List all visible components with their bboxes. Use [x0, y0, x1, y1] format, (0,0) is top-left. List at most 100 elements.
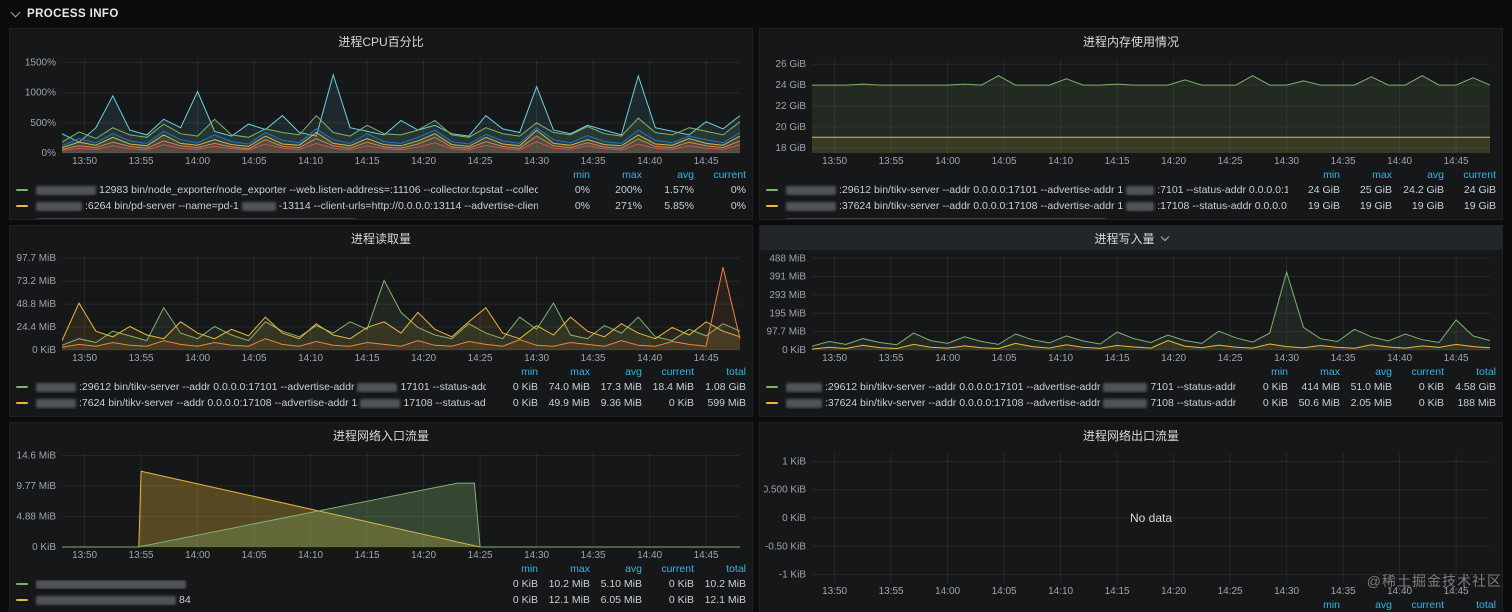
panel-header[interactable]: 进程读取量 — [10, 226, 752, 250]
legend-series-label[interactable]: :29612 bin/tikv-server --addr 0.0.0.0:17… — [16, 381, 486, 393]
legend-series-label[interactable]: :37624 bin/tikv-server --addr 0.0.0.0:17… — [766, 397, 1236, 409]
legend-stat-value: 0 KiB — [668, 578, 694, 590]
legend-stat-header[interactable]: max — [538, 563, 590, 575]
panel-title: 进程内存使用情况 — [1082, 34, 1179, 49]
legend-stat-header[interactable]: total — [694, 366, 746, 378]
network-in-legend: min max avg current total 0 KiB 10.2 MiB 5.10 M… — [10, 561, 752, 612]
legend-series-label[interactable]: 84 — [16, 594, 486, 606]
legend-stat-header[interactable]: avg — [1340, 366, 1392, 378]
svg-text:13:55: 13:55 — [129, 550, 154, 561]
legend-stat-value: 24.2 GiB — [1403, 184, 1444, 196]
cpu-percent-chart[interactable]: 0% 500% 1000% 1500% 13:50 13:55 14:00 14:05 14:1… — [14, 53, 748, 167]
legend-text: :6264 bin/pd-server --name=pd-1 — [85, 200, 239, 212]
legend-series-label[interactable]: :6264 bin/pd-server --name=pd-1 -13114 --… — [16, 200, 538, 212]
svg-text:14:15: 14:15 — [1105, 156, 1130, 167]
legend-stat-value: 0 KiB — [1418, 381, 1444, 393]
redacted-text — [241, 201, 276, 211]
panel-title: 进程CPU百分比 — [338, 34, 424, 49]
legend-stat-value: 19 GiB — [1307, 200, 1340, 212]
svg-text:14:15: 14:15 — [355, 353, 380, 364]
legend-stat-header[interactable]: avg — [590, 366, 642, 378]
panel-header[interactable]: 进程网络入口流量 — [10, 423, 752, 447]
legend-stat-value: 0 KiB — [668, 594, 694, 606]
legend-stat-header[interactable]: total — [1444, 599, 1496, 611]
legend-stat-value: 74.0 MiB — [548, 381, 590, 393]
svg-text:14:10: 14:10 — [1048, 156, 1073, 167]
section-header-process-info[interactable]: PROCESS INFO — [0, 0, 1512, 28]
legend-stat-header[interactable]: avg — [642, 169, 694, 181]
legend-series-label[interactable]: :29612 bin/tikv-server --addr 0.0.0.0:17… — [766, 184, 1288, 196]
legend-row: 84 0 KiB 12.1 MiB 6.05 MiB 0 KiB 12.1 MiB — [16, 592, 746, 608]
legend-series-label[interactable] — [766, 217, 1496, 219]
svg-text:14:15: 14:15 — [355, 156, 380, 167]
legend-stat-header[interactable]: current — [1392, 366, 1444, 378]
legend-stat-header[interactable]: max — [538, 366, 590, 378]
legend-text: -13114 --client-urls=http://0.0.0.0:1311… — [278, 200, 538, 212]
svg-text:14:05: 14:05 — [242, 156, 267, 167]
svg-text:0 KiB: 0 KiB — [782, 345, 806, 356]
legend-series-label[interactable]: 12983 bin/node_exporter/node_exporter --… — [16, 184, 538, 196]
legend-stat-header[interactable]: current — [1392, 599, 1444, 611]
legend-stat-header[interactable]: current — [642, 366, 694, 378]
legend-stat-header[interactable]: min — [486, 563, 538, 575]
legend-stat-header[interactable]: min — [1288, 169, 1340, 181]
legend-row: :6264 bin/pd-server --name=pd-1 -13114 --… — [16, 198, 746, 214]
series-dash-icon — [16, 583, 28, 585]
svg-text:14:25: 14:25 — [468, 353, 493, 364]
legend-stat-header[interactable]: avg — [1392, 169, 1444, 181]
legend-stat-header[interactable]: avg — [590, 563, 642, 575]
legend-series-label[interactable]: :37624 bin/tikv-server --addr 0.0.0.0:17… — [766, 200, 1288, 212]
network-out-chart[interactable]: -1 KiB -0.50 KiB 0 KiB 0.500 KiB 1 KiB 13:50 1… — [763, 447, 1498, 597]
legend-series-label[interactable] — [16, 217, 746, 219]
legend-stat-header[interactable]: current — [642, 563, 694, 575]
legend-stat-value: 188 MiB — [1457, 397, 1496, 409]
panel-header[interactable]: 进程CPU百分比 — [10, 29, 752, 53]
svg-text:14:45: 14:45 — [694, 156, 719, 167]
panel-header[interactable]: 进程网络出口流量 — [760, 423, 1502, 447]
write-volume-chart[interactable]: 0 KiB 97.7 MiB 195 MiB 293 MiB 391 MiB 488 Mi… — [764, 250, 1498, 364]
legend-series-label[interactable]: :7624 bin/tikv-server --addr 0.0.0.0:171… — [16, 397, 486, 409]
legend-stat-header[interactable]: total — [694, 563, 746, 575]
memory-usage-chart[interactable]: 18 GiB 20 GiB 22 GiB 24 GiB 26 GiB 13:50 13:55… — [764, 53, 1498, 167]
svg-text:14:45: 14:45 — [694, 550, 719, 561]
legend-stat-header[interactable]: min — [538, 169, 590, 181]
grafana-dashboard: PROCESS INFO 进程CPU百分比 0% 500% 1000% 1500% 13… — [0, 0, 1512, 612]
legend-stat-value: 0% — [730, 200, 746, 212]
legend-series-label[interactable]: :29612 bin/tikv-server --addr 0.0.0.0:17… — [766, 381, 1236, 393]
legend-stat-header[interactable]: min — [486, 366, 538, 378]
panel-header[interactable]: 进程写入量 — [760, 226, 1502, 250]
legend-stat-header[interactable]: max — [1288, 366, 1340, 378]
redacted-text — [36, 382, 76, 392]
panel-write-volume: 进程写入量 0 KiB 97.7 MiB 195 MiB 293 MiB 391 MiB… — [759, 225, 1503, 417]
network-out-legend: min avg current total — [760, 597, 1502, 612]
legend-stat-value: 19 GiB — [1359, 200, 1392, 212]
legend-stat-value: 0 KiB — [512, 381, 538, 393]
svg-text:13:50: 13:50 — [822, 156, 847, 167]
legend-stat-value: 0 KiB — [512, 397, 538, 409]
redacted-text — [36, 579, 186, 589]
redacted-text — [36, 398, 76, 408]
svg-text:73.2 MiB: 73.2 MiB — [17, 276, 57, 287]
legend-stat-header[interactable]: min — [1236, 366, 1288, 378]
legend-stat-header[interactable]: max — [590, 169, 642, 181]
panel-header[interactable]: 进程内存使用情况 — [760, 29, 1502, 53]
svg-text:293 MiB: 293 MiB — [769, 290, 806, 301]
legend-row: :29612 bin/tikv-server --addr 0.0.0.0:17… — [766, 379, 1496, 395]
legend-stat-header[interactable]: current — [694, 169, 746, 181]
svg-text:18 GiB: 18 GiB — [775, 143, 806, 154]
legend-row — [766, 214, 1496, 219]
legend-header-row: min max avg current total — [16, 364, 746, 379]
network-in-chart[interactable]: 0 KiB 4.88 MiB 9.77 MiB 14.6 MiB 13:50 13:55 1… — [14, 447, 748, 561]
legend-stat-value: 6.05 MiB — [600, 594, 642, 606]
read-volume-chart[interactable]: 0 KiB 24.4 MiB 48.8 MiB 73.2 MiB 97.7 MiB 13:… — [14, 250, 748, 364]
legend-stat-header[interactable]: max — [1340, 169, 1392, 181]
svg-text:24 GiB: 24 GiB — [775, 80, 806, 91]
svg-text:14:30: 14:30 — [524, 156, 549, 167]
legend-row: 12983 bin/node_exporter/node_exporter --… — [16, 182, 746, 198]
legend-stat-value: 271% — [615, 200, 642, 212]
legend-stat-header[interactable]: total — [1444, 366, 1496, 378]
legend-stat-header[interactable]: min — [1288, 599, 1340, 611]
legend-series-label[interactable] — [16, 579, 486, 589]
legend-stat-header[interactable]: current — [1444, 169, 1496, 181]
legend-stat-header[interactable]: avg — [1340, 599, 1392, 611]
